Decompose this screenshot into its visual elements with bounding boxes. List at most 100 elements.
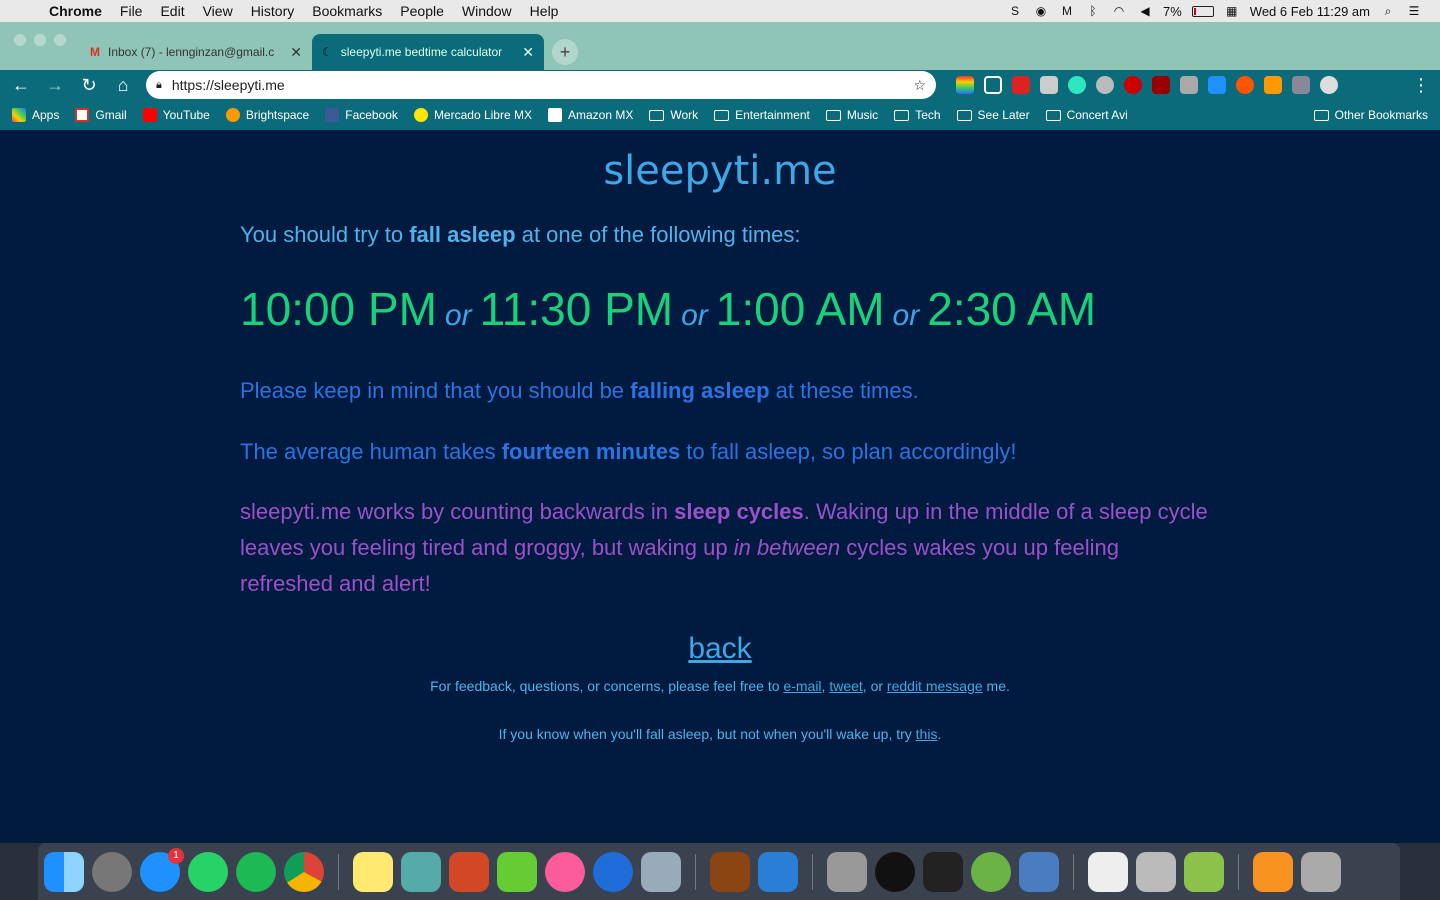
tweet-link[interactable]: tweet [829,678,862,694]
bookmark-folder-tech[interactable]: Tech [894,108,941,122]
extension-icon[interactable] [956,76,974,94]
extension-icon[interactable] [1208,76,1226,94]
menu-app-chrome[interactable]: Chrome [40,3,111,19]
system-preferences-icon[interactable] [92,851,132,892]
extension-icon[interactable] [984,76,1002,94]
bookmark-folder-see-later[interactable]: See Later [956,108,1030,122]
menu-file[interactable]: File [111,3,152,19]
heart-extension-icon[interactable] [1068,76,1086,94]
folder-icon [894,109,910,121]
forward-arrow-icon[interactable]: → [44,74,66,96]
whatsapp-icon[interactable] [188,851,228,892]
try-this-link[interactable]: this [916,726,938,742]
reload-icon[interactable]: ↻ [78,74,100,96]
pocket-icon[interactable] [1096,76,1114,94]
quicktime-icon[interactable] [593,851,633,892]
bookmark-amazon[interactable]: Amazon MX [547,108,633,122]
dock-separator [812,853,813,890]
calendar-icon[interactable]: ▦ [1224,4,1240,18]
close-tab-icon[interactable]: ✕ [522,44,534,61]
trash-icon[interactable] [1301,851,1341,892]
terminal-icon[interactable] [923,851,963,892]
bookmark-brightspace[interactable]: Brightspace [225,108,309,122]
menubar-clock[interactable]: Wed 6 Feb 11:29 am [1250,4,1370,19]
extension-icon[interactable] [1012,76,1030,94]
close-window-button[interactable] [14,34,26,46]
skype-icon[interactable]: S [1007,4,1023,18]
document-icon[interactable] [1088,851,1128,892]
spotify-icon[interactable] [236,851,276,892]
bookmark-star-icon[interactable]: ☆ [913,77,926,94]
bedtime-option: 10:00 PM [240,283,437,335]
excel-icon[interactable] [497,851,537,892]
address-bar[interactable]: 🔒︎ https://sleepyti.me ☆ [146,71,936,99]
chrome-menu-icon[interactable]: ⋮ [1412,75,1430,96]
chrome-icon[interactable] [284,851,324,892]
bookmark-folder-entertainment[interactable]: Entertainment [714,108,810,122]
bookmark-folder-concert-avi[interactable]: Concert Avi [1045,108,1128,122]
back-link[interactable]: back [688,632,751,665]
preview-icon[interactable] [641,851,681,892]
kindle-icon[interactable] [758,851,798,892]
bookmark-folder-work[interactable]: Work [649,108,698,122]
volume-icon[interactable]: ◀ [1137,4,1153,18]
wifi-icon[interactable]: ◠ [1111,4,1127,18]
android-studio-icon[interactable] [971,851,1011,892]
bookmark-gmail[interactable]: Gmail [75,108,127,122]
archive-icon[interactable] [1136,851,1176,892]
keepa-icon[interactable] [1264,76,1282,94]
or-separator: or [681,299,708,332]
bookmark-other-bookmarks[interactable]: Other Bookmarks [1313,108,1428,122]
spotify-icon[interactable]: ◉ [1033,4,1049,18]
menu-view[interactable]: View [194,3,242,19]
extension-icon[interactable] [1040,76,1058,94]
spotlight-search-icon[interactable]: ⌕ [1380,4,1396,18]
calibre-icon[interactable] [710,851,750,892]
extension-icon[interactable] [1180,76,1198,94]
reddit-message-link[interactable]: reddit message [887,678,983,694]
folder-icon [956,109,972,121]
bookmark-facebook[interactable]: Facebook [325,108,398,122]
menu-bookmarks[interactable]: Bookmarks [303,3,391,19]
menu-edit[interactable]: Edit [151,3,193,19]
minimize-window-button[interactable] [34,34,46,46]
menu-help[interactable]: Help [521,3,568,19]
menu-people[interactable]: People [391,3,453,19]
itunes-icon[interactable] [545,851,585,892]
download-icon[interactable] [1292,76,1310,94]
tab-gmail-inbox[interactable]: M Inbox (7) - lennginzan@gmail.c ✕ [80,34,312,70]
infinity-icon[interactable] [1236,76,1254,94]
bluetooth-icon[interactable]: ᛒ [1085,4,1101,18]
virtualbox-icon[interactable] [1019,851,1059,892]
tab-sleepytime[interactable]: ☾ sleepyti.me bedtime calculator ✕ [312,34,544,70]
back-arrow-icon[interactable]: ← [10,74,32,96]
adblock-icon[interactable] [1124,76,1142,94]
bookmark-folder-music[interactable]: Music [825,108,878,122]
android-icon[interactable] [1184,851,1224,892]
word-icon[interactable] [401,851,441,892]
zoom-window-button[interactable] [54,34,66,46]
ublock-icon[interactable] [1152,76,1170,94]
applications-folder-icon[interactable] [1253,851,1293,892]
notification-center-icon[interactable]: ☰ [1406,4,1422,18]
mega-icon[interactable]: M [1059,4,1075,18]
clock-icon[interactable] [875,851,915,892]
menu-history[interactable]: History [242,3,304,19]
bookmark-youtube[interactable]: YouTube [142,108,210,122]
battery-icon[interactable] [1191,5,1214,17]
finder-icon[interactable] [44,851,84,892]
bookmark-apps[interactable]: Apps [12,108,59,122]
email-link[interactable]: e-mail [783,678,821,694]
app-store-icon[interactable]: 1 [140,847,184,892]
menu-window[interactable]: Window [453,3,521,19]
bookmark-mercado-libre[interactable]: Mercado Libre MX [413,108,532,122]
notes-icon[interactable] [353,851,393,892]
home-icon[interactable]: ⌂ [112,74,134,96]
new-tab-button[interactable]: + [552,39,578,65]
profile-avatar-icon[interactable] [1320,76,1338,94]
calculator-icon[interactable] [827,851,867,892]
close-tab-icon[interactable]: ✕ [290,44,302,61]
url-text[interactable]: https://sleepyti.me [172,77,904,93]
powerpoint-icon[interactable] [449,851,489,892]
bedtime-results: 10:00 PM or 11:30 PM or 1:00 AM or 2:30 … [240,282,1096,336]
